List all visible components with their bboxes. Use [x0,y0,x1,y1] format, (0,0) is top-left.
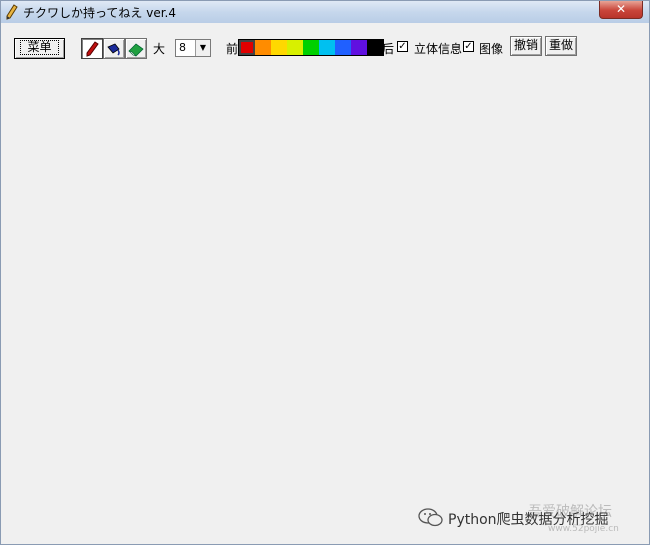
image-label: 图像 [479,42,504,56]
pen-tool-button[interactable] [81,38,103,59]
foreground-label: 前 [226,42,239,56]
color-swatch[interactable] [367,40,383,55]
app-window: チクワしか持ってねえ ver.4 ✕ 菜单 大 8 ▼ 前 后 ✓ 立体信息 ✓… [0,0,650,545]
wechat-icon [418,508,443,527]
check-icon: ✓ [464,41,473,52]
menu-button[interactable]: 菜单 [14,38,65,59]
watermark: 吾爱破解论坛 Python爬虫数据分析挖掘 www.52pojie.cn [418,501,648,535]
menu-button-label: 菜单 [20,40,59,55]
paint-bucket-icon [107,43,120,56]
size-select[interactable]: 8 ▼ [175,39,211,57]
image-checkbox[interactable]: ✓ [463,41,474,52]
drawing-canvas[interactable] [2,63,648,543]
check-icon: ✓ [398,41,407,52]
color-swatch[interactable] [287,40,303,55]
redo-button[interactable]: 重做 [545,36,577,56]
color-swatch[interactable] [351,40,367,55]
color-swatch[interactable] [255,40,271,55]
color-swatch[interactable] [319,40,335,55]
color-swatch[interactable] [303,40,319,55]
background-label: 后 [382,42,395,56]
pencil-icon [6,4,18,20]
stereo-checkbox[interactable]: ✓ [397,41,408,52]
chevron-down-icon[interactable]: ▼ [195,40,210,56]
size-value: 8 [179,41,186,54]
eraser-tool-button[interactable] [125,38,147,59]
color-swatch[interactable] [271,40,287,55]
undo-button[interactable]: 撤销 [510,36,542,56]
close-button[interactable]: ✕ [599,1,643,19]
color-swatch[interactable] [335,40,351,55]
stereo-label: 立体信息 [414,42,463,56]
watermark-url: www.52pojie.cn [548,524,619,534]
color-palette [238,39,384,56]
bucket-tool-button[interactable] [103,38,125,59]
size-label: 大 [153,42,166,56]
pen-icon [86,41,99,57]
eraser-icon [128,43,144,57]
title-bar[interactable]: チクワしか持ってねえ ver.4 ✕ [1,1,649,23]
color-swatch[interactable] [239,40,255,55]
window-title: チクワしか持ってねえ ver.4 [23,6,176,20]
